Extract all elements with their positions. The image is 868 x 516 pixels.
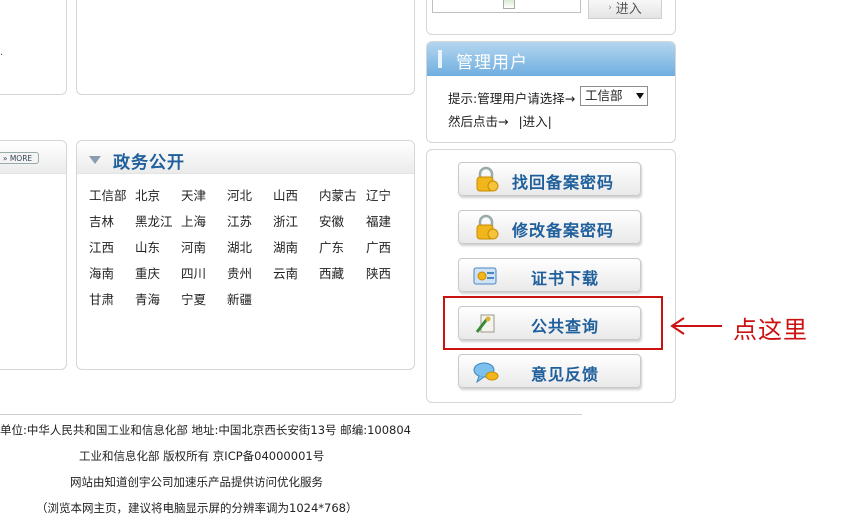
- province-link[interactable]: 宁夏: [181, 289, 206, 308]
- province-link[interactable]: 河南: [181, 237, 206, 256]
- province-link[interactable]: 山东: [135, 237, 160, 256]
- change-password-label: 修改备案密码: [512, 221, 615, 240]
- province-link[interactable]: 湖北: [227, 237, 252, 256]
- retrieve-password-label: 找回备案密码: [512, 173, 615, 192]
- retrieve-password-button[interactable]: 找回备案密码: [458, 162, 641, 196]
- captcha-image[interactable]: [432, 0, 581, 13]
- province-link[interactable]: 上海: [181, 211, 206, 230]
- header-bar-icon: [438, 50, 442, 68]
- feedback-icon: [473, 362, 499, 384]
- province-link[interactable]: 安徽: [319, 211, 344, 230]
- click-here-annotation: 点这里: [733, 316, 808, 344]
- left-top-panel: [0, 0, 67, 95]
- footer-service: 网站由知道创宇公司加速乐产品提供访问优化服务: [70, 475, 323, 489]
- footer-resolution-tip: （浏览本网主页，建议将电脑显示屏的分辨率调为1024*768）: [36, 501, 358, 515]
- manage-hint: 提示:管理用户请选择→: [448, 91, 576, 106]
- manage-users-header: 管理用户: [427, 42, 675, 76]
- province-link[interactable]: 黑龙江: [135, 211, 173, 230]
- province-link[interactable]: 新疆: [227, 289, 252, 308]
- then-click-text: 然后点击→: [448, 114, 509, 129]
- certificate-download-label: 证书下载: [531, 269, 600, 288]
- stray-dot: .: [0, 47, 4, 58]
- enter-button-label: 进入: [615, 2, 642, 17]
- province-link[interactable]: 河北: [227, 185, 252, 204]
- province-link[interactable]: 天津: [181, 185, 206, 204]
- arrow-left-icon: [670, 317, 722, 335]
- arrow-right-icon: ›: [608, 2, 612, 13]
- certificate-icon: [473, 267, 497, 285]
- lock-icon: [476, 166, 499, 192]
- change-password-button[interactable]: 修改备案密码: [458, 210, 641, 244]
- more-button[interactable]: » MORE: [0, 152, 39, 164]
- province-link[interactable]: 北京: [135, 185, 160, 204]
- department-select-value: 工信部: [585, 88, 623, 103]
- government-affairs-header: 政务公开: [77, 141, 414, 174]
- middle-top-panel: [76, 0, 415, 95]
- province-link[interactable]: 西藏: [319, 263, 344, 282]
- highlight-box: [443, 296, 663, 350]
- footer-divider: [0, 414, 582, 415]
- province-link[interactable]: 重庆: [135, 263, 160, 282]
- manage-users-title: 管理用户: [456, 53, 528, 73]
- province-link[interactable]: 陕西: [366, 263, 391, 282]
- province-link[interactable]: 甘肃: [89, 289, 114, 308]
- province-link[interactable]: 四川: [181, 263, 206, 282]
- feedback-button[interactable]: 意见反馈: [458, 354, 641, 388]
- province-link[interactable]: 广东: [319, 237, 344, 256]
- province-link[interactable]: 江苏: [227, 211, 252, 230]
- footer-address: 单位:中华人民共和国工业和信息化部 地址:中国北京西长安街13号 邮编:1008…: [0, 423, 411, 437]
- feedback-label: 意见反馈: [531, 365, 600, 384]
- province-link[interactable]: 江西: [89, 237, 114, 256]
- province-link[interactable]: 内蒙古: [319, 185, 357, 204]
- certificate-download-button[interactable]: 证书下载: [458, 258, 641, 292]
- province-link[interactable]: 浙江: [273, 211, 298, 230]
- broken-image-icon: [503, 0, 515, 9]
- then-click-hint: 然后点击→ |进入|: [448, 111, 552, 130]
- province-link[interactable]: 云南: [273, 263, 298, 282]
- province-link[interactable]: 海南: [89, 263, 114, 282]
- province-link[interactable]: 辽宁: [366, 185, 391, 204]
- lock-icon: [476, 214, 499, 240]
- province-link[interactable]: 山西: [273, 185, 298, 204]
- department-select[interactable]: 工信部: [580, 86, 648, 106]
- government-affairs-title: 政务公开: [113, 153, 185, 173]
- manage-enter-link[interactable]: |进入|: [518, 114, 551, 129]
- left-news-panel: [0, 140, 67, 370]
- chevron-down-icon: [636, 93, 644, 99]
- footer-copyright: 工业和信息化部 版权所有 京ICP备04000001号: [79, 449, 325, 463]
- province-link[interactable]: 广西: [366, 237, 391, 256]
- province-link[interactable]: 青海: [135, 289, 160, 308]
- manage-users-panel: 管理用户 提示:管理用户请选择→ 工信部 然后点击→ |进入|: [426, 41, 676, 143]
- province-link[interactable]: 工信部: [89, 185, 127, 204]
- triangle-down-icon: [89, 156, 101, 164]
- province-link[interactable]: 福建: [366, 211, 391, 230]
- province-link[interactable]: 湖南: [273, 237, 298, 256]
- province-link[interactable]: 吉林: [89, 211, 114, 230]
- province-link[interactable]: 贵州: [227, 263, 252, 282]
- enter-button[interactable]: › 进入: [588, 0, 662, 19]
